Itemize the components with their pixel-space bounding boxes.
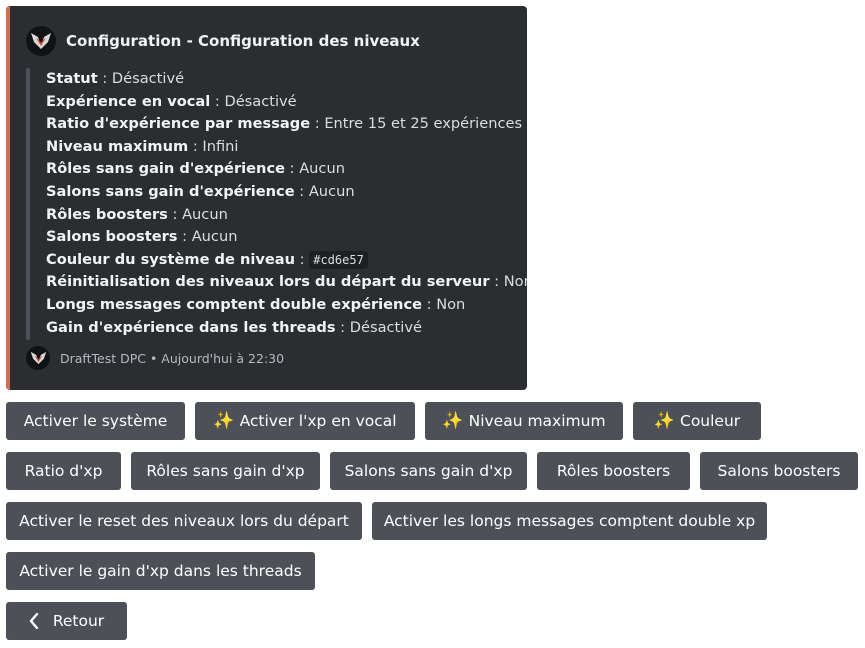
footer-text: DraftTest DPC • Aujourd'hui à 22:30: [60, 350, 285, 366]
field-channels-no-xp: Salons sans gain d'expérience : Aucun: [46, 182, 355, 200]
embed-accent-bar: [6, 6, 10, 390]
activate-voice-xp-button[interactable]: ✨ Activer l'xp en vocal: [195, 402, 415, 440]
field-channels-boosters: Salons boosters : Aucun: [46, 228, 238, 246]
embed-title: Configuration - Configuration des niveau…: [66, 32, 420, 50]
activate-system-button[interactable]: Activer le système: [6, 402, 185, 440]
field-level-color: Couleur du système de niveau : #cd6e57: [46, 249, 517, 272]
field-max-level: Niveau maximum : Infini: [46, 137, 239, 155]
field-threads-xp: Gain d'expérience dans les threads : Dés…: [46, 318, 422, 336]
sparkles-icon: ✨: [442, 411, 464, 431]
roles-boosters-button[interactable]: Rôles boosters: [537, 452, 690, 490]
channels-no-xp-button[interactable]: Salons sans gain d'xp: [330, 452, 527, 490]
bot-avatar-icon[interactable]: [26, 26, 56, 56]
long-messages-button[interactable]: Activer les longs messages comptent doub…: [372, 502, 767, 540]
sparkles-icon: ✨: [653, 411, 675, 431]
threads-xp-button[interactable]: Activer le gain d'xp dans les threads: [6, 552, 315, 590]
blockquote-bar: [26, 68, 30, 340]
field-xp-ratio: Ratio d'expérience par message : Entre 1…: [46, 115, 523, 133]
sparkles-icon: ✨: [213, 411, 235, 431]
color-code: #cd6e57: [309, 250, 368, 269]
field-roles-boosters: Rôles boosters : Aucun: [46, 205, 228, 223]
embed-footer: DraftTest DPC • Aujourd'hui à 22:30: [26, 346, 284, 370]
reset-on-leave-button[interactable]: Activer le reset des niveaux lors du dép…: [6, 502, 362, 540]
field-statut: Statut : Désactivé: [46, 70, 185, 87]
embed-header: Configuration - Configuration des niveau…: [26, 26, 420, 56]
field-roles-no-xp: Rôles sans gain d'expérience : Aucun: [46, 160, 345, 178]
embed-card: Configuration - Configuration des niveau…: [6, 6, 527, 390]
field-long-messages: Longs messages comptent double expérienc…: [46, 295, 466, 313]
field-voice-xp: Expérience en vocal : Désactivé: [46, 92, 297, 110]
color-button[interactable]: ✨ Couleur: [633, 402, 761, 440]
embed-fields: Statut : Désactivé Expérience en vocal :…: [46, 68, 527, 339]
roles-no-xp-button[interactable]: Rôles sans gain d'xp: [131, 452, 320, 490]
footer-avatar-icon: [26, 346, 50, 370]
field-reset-on-leave: Réinitialisation des niveaux lors du dép…: [46, 273, 527, 291]
max-level-button[interactable]: ✨ Niveau maximum: [425, 402, 623, 440]
xp-ratio-button[interactable]: Ratio d'xp: [6, 452, 121, 490]
chevron-left-icon: [29, 613, 39, 629]
back-button[interactable]: Retour: [6, 602, 127, 640]
channels-boosters-button[interactable]: Salons boosters: [700, 452, 858, 490]
